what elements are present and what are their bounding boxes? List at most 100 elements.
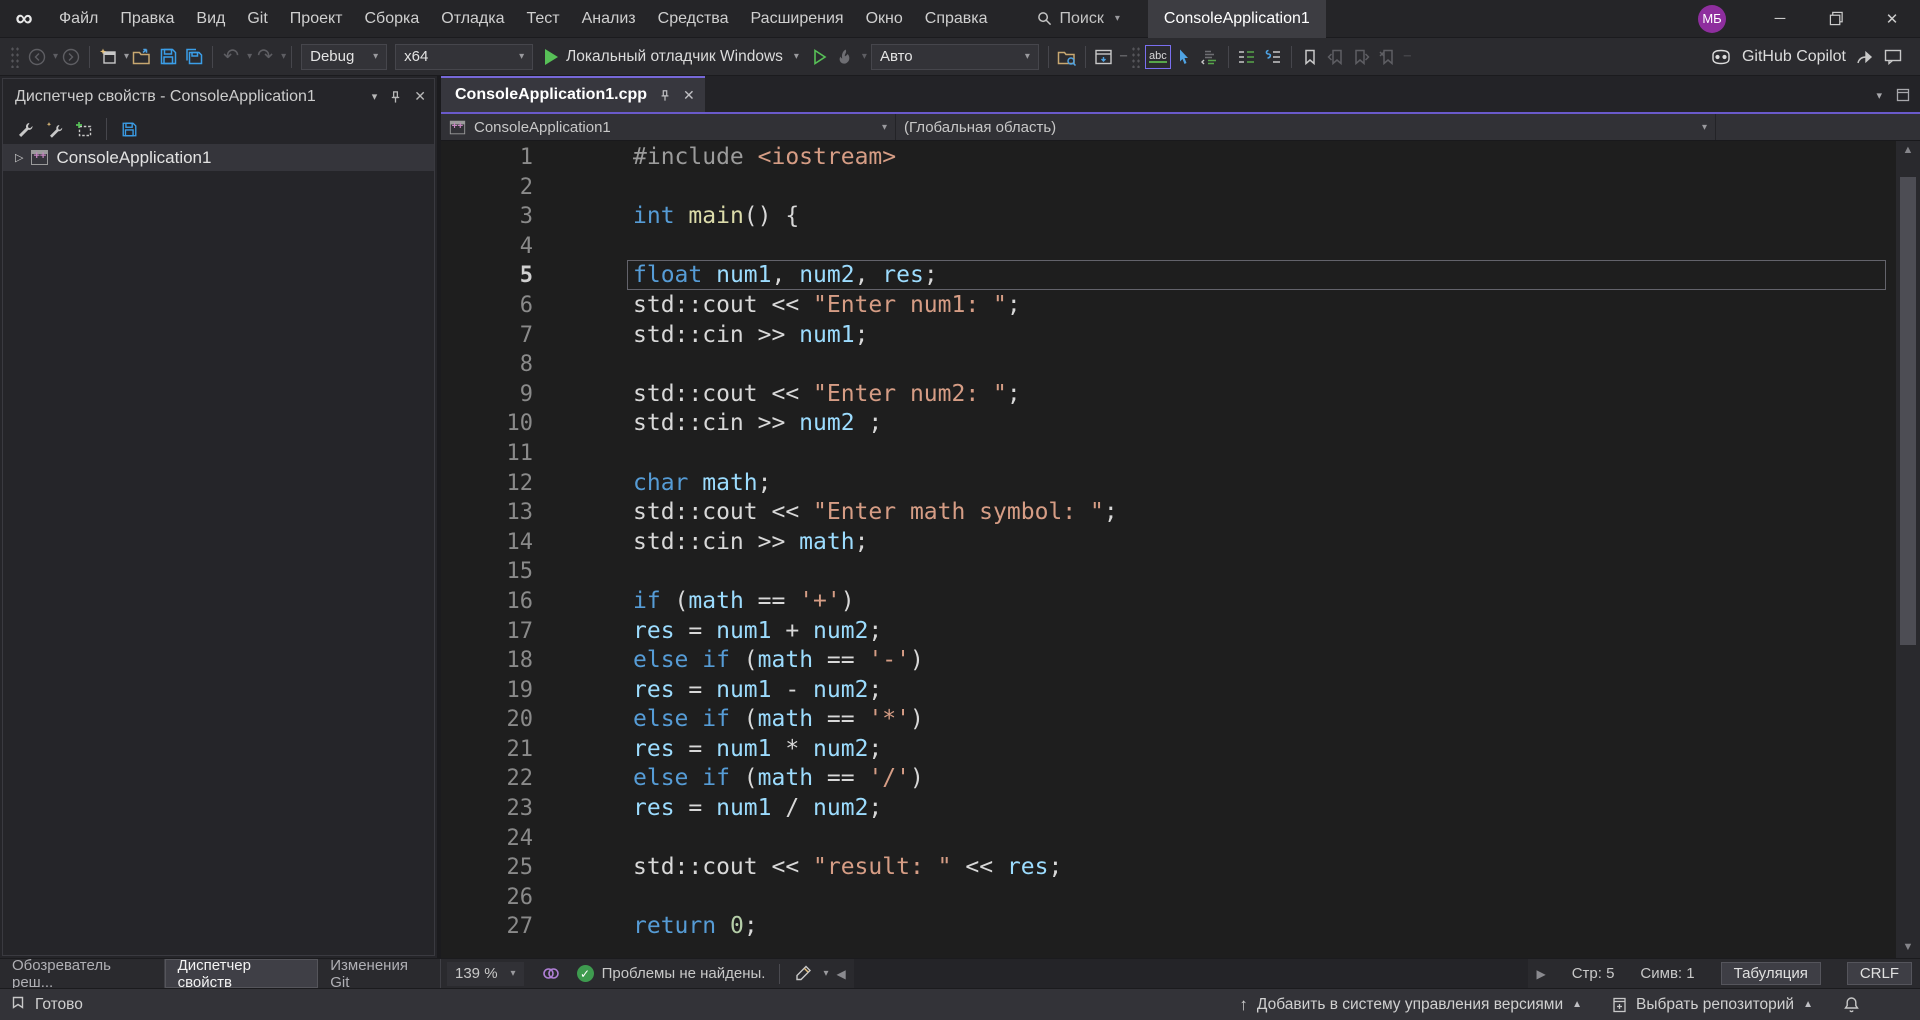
menu-файл[interactable]: Файл bbox=[48, 0, 109, 37]
code-line-11[interactable] bbox=[633, 439, 1894, 469]
column-indicator[interactable]: Симв: 1 bbox=[1640, 965, 1694, 982]
code-line-4[interactable] bbox=[633, 232, 1894, 262]
scope-dropdown[interactable]: (Глобальная область) ▾ bbox=[896, 114, 1716, 140]
notifications-button[interactable] bbox=[1833, 989, 1870, 1020]
horizontal-scrollbar[interactable]: ◀ ▶ bbox=[828, 959, 1553, 988]
code-line-9[interactable]: std::cout << "Enter num2: "; bbox=[633, 380, 1894, 410]
code-line-27[interactable]: return 0; bbox=[633, 912, 1894, 942]
tool-tab-изменения-git[interactable]: Изменения Git bbox=[318, 959, 441, 988]
github-copilot-button[interactable]: GitHub Copilot bbox=[1710, 48, 1914, 66]
menu-справка[interactable]: Справка bbox=[914, 0, 999, 37]
solution-explorer-window-icon[interactable] bbox=[1091, 43, 1117, 71]
hot-reload-dropdown-icon[interactable]: ▾ bbox=[862, 51, 867, 62]
code-line-14[interactable]: std::cin >> math; bbox=[633, 528, 1894, 558]
open-folder-icon[interactable] bbox=[129, 43, 155, 71]
add-new-project-property-icon[interactable] bbox=[41, 115, 67, 143]
scroll-down-icon[interactable]: ▼ bbox=[1903, 938, 1914, 956]
previous-bookmark-icon[interactable] bbox=[1323, 43, 1349, 71]
menu-отладка[interactable]: Отладка bbox=[430, 0, 515, 37]
code-line-16[interactable]: if (math == '+') bbox=[633, 587, 1894, 617]
properties-wrench-icon[interactable] bbox=[11, 115, 37, 143]
visual-studio-logo-icon[interactable]: ∞ bbox=[0, 0, 48, 38]
toolbar-grip[interactable] bbox=[10, 46, 20, 68]
line-numbers-icon[interactable] bbox=[1260, 43, 1286, 71]
close-button[interactable]: ✕ bbox=[1864, 0, 1920, 38]
code-line-2[interactable] bbox=[633, 173, 1894, 203]
menu-средства[interactable]: Средства bbox=[647, 0, 740, 37]
scroll-up-icon[interactable]: ▲ bbox=[1903, 141, 1914, 159]
new-project-icon[interactable] bbox=[95, 43, 121, 71]
user-avatar[interactable]: МБ bbox=[1698, 5, 1726, 33]
code-cleanup-button[interactable]: ▾ bbox=[794, 965, 828, 982]
code-line-24[interactable] bbox=[633, 824, 1894, 854]
code-line-7[interactable]: std::cin >> num1; bbox=[633, 321, 1894, 351]
code-line-19[interactable]: res = num1 - num2; bbox=[633, 676, 1894, 706]
code-text[interactable]: #include <iostream>int main() {float num… bbox=[633, 143, 1894, 942]
vertical-scrollbar-thumb[interactable] bbox=[1900, 177, 1916, 645]
code-line-10[interactable]: std::cin >> num2 ; bbox=[633, 409, 1894, 439]
redo-icon[interactable]: ↷ bbox=[252, 43, 278, 71]
save-icon[interactable] bbox=[155, 43, 181, 71]
scroll-right-icon[interactable]: ▶ bbox=[1528, 967, 1553, 981]
tool-tab-обозреватель-реш-[interactable]: Обозреватель реш... bbox=[0, 959, 165, 988]
tool-tab-диспетчер-свойств[interactable]: Диспетчер свойств bbox=[165, 959, 319, 988]
code-line-21[interactable]: res = num1 * num2; bbox=[633, 735, 1894, 765]
code-line-26[interactable] bbox=[633, 883, 1894, 913]
restore-button[interactable] bbox=[1808, 0, 1864, 38]
save-property-icon[interactable] bbox=[116, 115, 142, 143]
document-well-options-icon[interactable] bbox=[1896, 88, 1910, 102]
code-line-25[interactable]: std::cout << "result: " << res; bbox=[633, 853, 1894, 883]
find-in-files-icon[interactable] bbox=[1054, 43, 1080, 71]
bookmark-overflow-icon[interactable]: ─ bbox=[1404, 51, 1411, 62]
problems-status[interactable]: ✓ Проблемы не найдены. bbox=[577, 965, 766, 982]
selection-cursor-icon[interactable] bbox=[1171, 43, 1197, 71]
code-line-6[interactable]: std::cout << "Enter num1: "; bbox=[633, 291, 1894, 321]
feedback-icon[interactable] bbox=[1884, 49, 1902, 65]
code-line-13[interactable]: std::cout << "Enter math symbol: "; bbox=[633, 498, 1894, 528]
code-line-17[interactable]: res = num1 + num2; bbox=[633, 617, 1894, 647]
line-ending-indicator[interactable]: CRLF bbox=[1847, 962, 1912, 985]
menu-сборка[interactable]: Сборка bbox=[354, 0, 431, 37]
tab-close-icon[interactable]: ✕ bbox=[683, 87, 695, 104]
code-line-20[interactable]: else if (math == '*') bbox=[633, 705, 1894, 735]
next-bookmark-icon[interactable] bbox=[1349, 43, 1375, 71]
code-line-18[interactable]: else if (math == '-') bbox=[633, 646, 1894, 676]
vertical-scrollbar[interactable]: ▲ ▼ bbox=[1896, 141, 1920, 958]
navigate-to-abc-icon[interactable]: abc bbox=[1145, 45, 1171, 69]
undo-icon[interactable]: ↶ bbox=[218, 43, 244, 71]
intellicode-icon[interactable] bbox=[542, 965, 559, 982]
start-without-debugging-icon[interactable] bbox=[807, 43, 833, 71]
save-all-icon[interactable] bbox=[181, 43, 207, 71]
indent-lines-icon[interactable] bbox=[1234, 43, 1260, 71]
active-document-badge[interactable]: ConsoleApplication1 bbox=[1148, 0, 1326, 38]
scroll-left-icon[interactable]: ◀ bbox=[828, 967, 853, 981]
watch-mode-combo[interactable]: Авто ▾ bbox=[871, 44, 1039, 70]
code-line-8[interactable] bbox=[633, 350, 1894, 380]
menu-вид[interactable]: Вид bbox=[185, 0, 236, 37]
menu-тест[interactable]: Тест bbox=[516, 0, 571, 37]
menu-анализ[interactable]: Анализ bbox=[571, 0, 647, 37]
menu-окно[interactable]: Окно bbox=[855, 0, 914, 37]
code-line-23[interactable]: res = num1 / num2; bbox=[633, 794, 1894, 824]
code-line-1[interactable]: #include <iostream> bbox=[633, 143, 1894, 173]
code-line-22[interactable]: else if (math == '/') bbox=[633, 764, 1894, 794]
search-box[interactable]: Поиск ▾ bbox=[1027, 5, 1130, 33]
window-position-dropdown-icon[interactable]: ▾ bbox=[372, 90, 378, 103]
horizontal-scrollbar-track[interactable] bbox=[854, 959, 1529, 988]
redo-dropdown-icon[interactable]: ▾ bbox=[281, 51, 286, 62]
search-dropdown-icon[interactable]: ▾ bbox=[1115, 13, 1120, 24]
code-line-15[interactable] bbox=[633, 557, 1894, 587]
tree-item-consoleapplication1[interactable]: ▷ ++ ConsoleApplication1 bbox=[3, 144, 434, 171]
toggle-bookmark-icon[interactable] bbox=[1297, 43, 1323, 71]
window-dropdown-icon[interactable]: ─ bbox=[1120, 51, 1127, 62]
pin-icon[interactable] bbox=[389, 90, 402, 104]
expand-chevron-icon[interactable]: ▷ bbox=[15, 151, 23, 164]
document-list-dropdown-icon[interactable]: ▾ bbox=[1876, 89, 1882, 102]
solution-configuration-combo[interactable]: Debug ▾ bbox=[301, 44, 387, 70]
add-existing-property-sheet-icon[interactable] bbox=[71, 115, 97, 143]
project-dropdown[interactable]: ++ ConsoleApplication1 ▾ bbox=[441, 114, 896, 140]
add-to-source-control-button[interactable]: ↑ Добавить в систему управления версиями… bbox=[1229, 989, 1592, 1020]
start-debugging-button[interactable]: Локальный отладчик Windows ▾ bbox=[537, 48, 807, 66]
code-editor[interactable]: 1234567891011121314151617181920212223242… bbox=[441, 141, 1920, 958]
zoom-combo[interactable]: 139 % ▾ bbox=[447, 962, 524, 986]
